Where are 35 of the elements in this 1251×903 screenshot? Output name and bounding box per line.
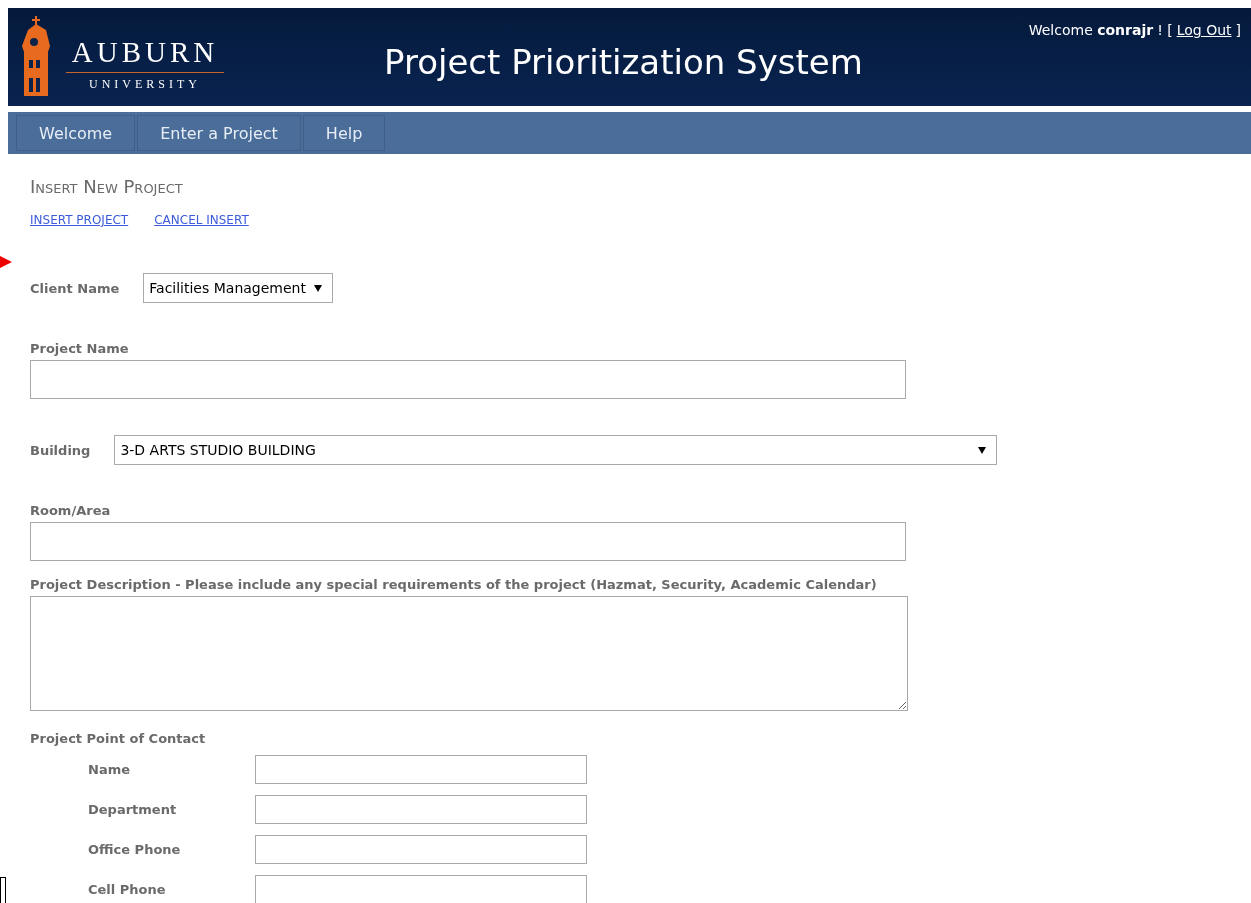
text-cursor-icon bbox=[0, 877, 6, 903]
field-label: Project Name bbox=[30, 341, 130, 356]
input-field[interactable] bbox=[255, 874, 587, 903]
pointer-arrow-icon bbox=[0, 256, 12, 268]
logout-link[interactable]: Log Out bbox=[1176, 22, 1232, 38]
field-label: Department bbox=[88, 801, 178, 817]
client-select[interactable]: Facilities Management bbox=[143, 273, 333, 303]
field-label: Building bbox=[30, 442, 91, 458]
caret-icon bbox=[978, 446, 987, 454]
action-link[interactable]: INSERT PROJECT bbox=[30, 213, 129, 227]
field-label: Project Description - Please include any special requirements of the project (Hazmat, Security, Academic Calendar) bbox=[30, 577, 878, 592]
nav-menu-item[interactable]: Enter a Project bbox=[137, 115, 301, 151]
nav-menu-item[interactable]: Help bbox=[302, 115, 386, 151]
field-label: Office Phone bbox=[88, 841, 182, 857]
input-field[interactable] bbox=[255, 754, 587, 784]
page-heading: Insert New Project bbox=[30, 176, 184, 197]
input-field[interactable] bbox=[255, 834, 587, 864]
bracket-text: ! [ bbox=[1157, 22, 1173, 38]
logo-subtitle: UNIVERSITY bbox=[89, 77, 201, 92]
building-select[interactable]: 3-D ARTS STUDIO BUILDING bbox=[114, 435, 998, 465]
logo-wordmark: AUBURN bbox=[71, 36, 219, 68]
field-label: Client Name bbox=[30, 280, 120, 296]
welcome-text: Welcome conrajr bbox=[1028, 22, 1154, 38]
input-field[interactable] bbox=[30, 360, 906, 399]
field-label: Cell Phone bbox=[88, 881, 167, 897]
action-link[interactable]: CANCEL INSERT bbox=[154, 213, 249, 227]
input-field[interactable] bbox=[30, 522, 906, 561]
site-title: Project Prioritization System bbox=[384, 42, 863, 82]
bracket-text: ] bbox=[1235, 22, 1241, 38]
caret-icon bbox=[313, 284, 322, 292]
section-label: Project Point of Contact bbox=[30, 731, 207, 746]
nav-menu-item[interactable]: Welcome bbox=[16, 115, 136, 151]
input-field[interactable] bbox=[255, 794, 587, 824]
field-label: Name bbox=[88, 761, 131, 777]
field-label: Room/Area bbox=[30, 503, 112, 518]
